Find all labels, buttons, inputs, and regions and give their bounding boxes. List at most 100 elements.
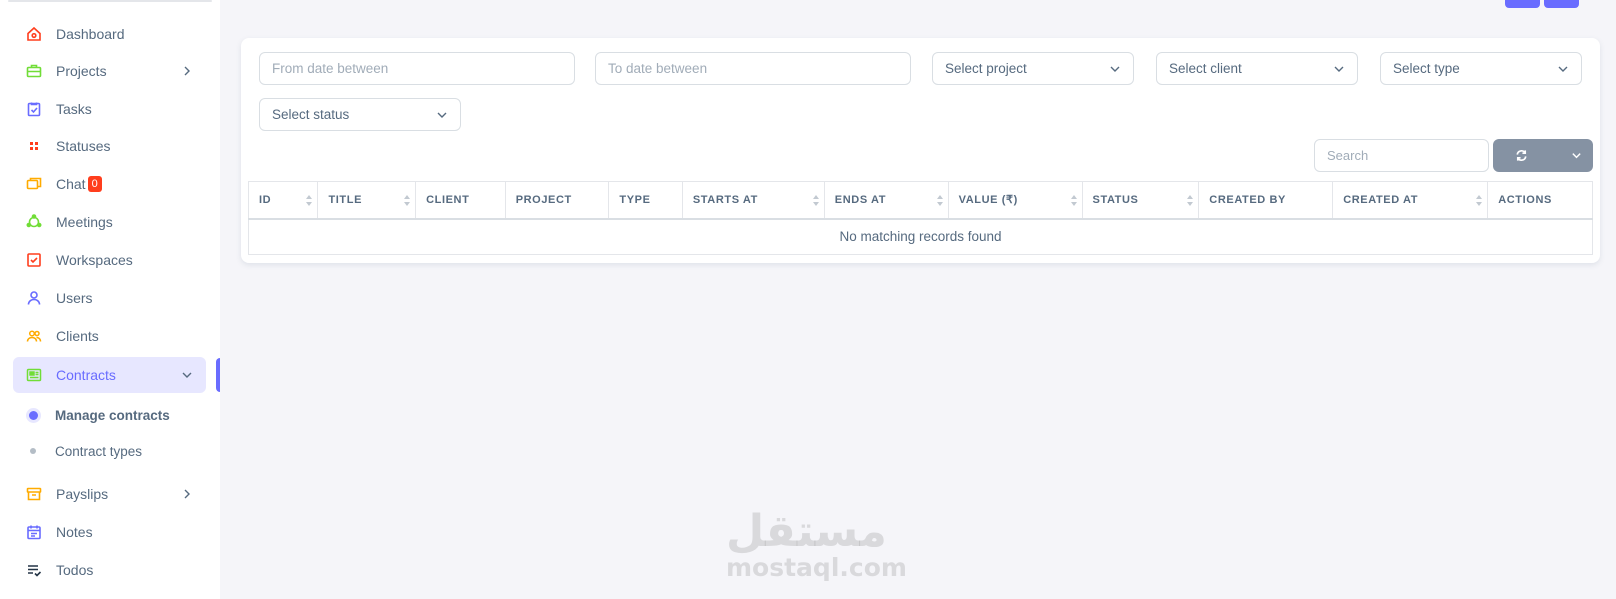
project-select-value: Select project [945, 61, 1027, 76]
network-icon [26, 214, 42, 230]
type-select[interactable]: Select type [1380, 52, 1582, 85]
column-header-title[interactable]: TITLE [317, 181, 417, 220]
chevron-down-icon [1572, 153, 1581, 159]
sidebar-item-dashboard[interactable]: Dashboard [13, 16, 206, 52]
client-select[interactable]: Select client [1156, 52, 1358, 85]
sort-icon [1070, 195, 1077, 206]
check-square-icon [26, 252, 42, 268]
chat-count-badge: 0 [87, 176, 102, 192]
table-header-row: ID TITLE CLIENT PROJECT TYPE STARTS AT E… [247, 181, 1593, 220]
status-select[interactable]: Select status [259, 98, 461, 131]
refresh-icon [1516, 150, 1527, 161]
sidebar-item-label: Payslips [56, 486, 109, 502]
sort-icon [936, 195, 943, 206]
column-header-created-at[interactable]: CREATED AT [1332, 181, 1489, 220]
mostaql-watermark: مستقل mostaql.com [726, 506, 907, 582]
table-search-input[interactable]: Search [1314, 139, 1489, 172]
top-action-button-2[interactable] [1544, 0, 1579, 8]
top-action-button-1[interactable] [1505, 0, 1540, 8]
column-header-client[interactable]: CLIENT [415, 181, 506, 220]
watermark-arabic-text: مستقل [726, 506, 887, 557]
sidebar-item-tasks[interactable]: Tasks [13, 91, 206, 127]
sidebar-subitem-label: Manage contracts [55, 407, 170, 423]
sidebar-item-label: Tasks [56, 101, 92, 117]
contracts-card: From date between To date between Select… [241, 38, 1600, 263]
column-header-id[interactable]: ID [247, 181, 319, 220]
chevron-down-icon [437, 112, 447, 118]
sidebar-item-label: Statuses [56, 138, 111, 154]
column-header-ends-at[interactable]: ENDS AT [823, 181, 949, 220]
news-icon [26, 367, 42, 383]
bullet-icon [30, 448, 36, 454]
status-select-value: Select status [272, 107, 350, 122]
sidebar-subitem-manage-contracts[interactable]: Manage contracts [13, 401, 206, 429]
sidebar-item-todos[interactable]: Todos [13, 552, 206, 588]
project-select[interactable]: Select project [932, 52, 1134, 85]
column-header-starts-at[interactable]: STARTS AT [681, 181, 825, 220]
chevron-down-icon [1110, 66, 1120, 72]
sidebar-item-clients[interactable]: Clients [13, 318, 206, 354]
sidebar-brand-divider [8, 0, 212, 2]
column-header-value[interactable]: VALUE (₹) [947, 181, 1083, 220]
column-header-actions: ACTIONS [1487, 181, 1593, 220]
sidebar-subitem-contract-types[interactable]: Contract types [13, 437, 206, 465]
sidebar-item-label: Users [56, 290, 93, 306]
sidebar-item-label: Dashboard [56, 26, 125, 42]
sidebar-item-payslips[interactable]: Payslips [13, 476, 206, 512]
sidebar-item-label: Projects [56, 63, 107, 79]
sidebar-item-label: Clients [56, 328, 99, 344]
from-date-field[interactable]: From date between [259, 52, 575, 85]
box-icon [26, 486, 42, 502]
sort-icon [1187, 195, 1194, 206]
column-header-project[interactable]: PROJECT [504, 181, 610, 220]
sidebar-item-projects[interactable]: Projects [13, 53, 206, 89]
column-header-created-by[interactable]: CREATED BY [1198, 181, 1334, 220]
chevron-down-icon [182, 372, 192, 378]
list-check-icon [26, 562, 42, 578]
to-date-field[interactable]: To date between [595, 52, 911, 85]
sidebar-item-label: Contracts [56, 367, 116, 383]
briefcase-icon [26, 63, 42, 79]
chevron-right-icon [184, 489, 190, 499]
home-icon [26, 26, 42, 42]
sort-icon [812, 195, 819, 206]
chat-icon [26, 176, 42, 192]
search-placeholder: Search [1327, 148, 1369, 163]
sidebar-item-notes[interactable]: Notes [13, 514, 206, 550]
sidebar-item-label: Meetings [56, 214, 113, 230]
to-date-placeholder: To date between [608, 61, 708, 76]
grid-dots-icon [26, 138, 42, 154]
chevron-down-icon [1334, 66, 1344, 72]
type-select-value: Select type [1393, 61, 1460, 76]
group-icon [26, 328, 42, 344]
column-header-type[interactable]: TYPE [608, 181, 683, 220]
sidebar-item-meetings[interactable]: Meetings [13, 204, 206, 240]
sort-icon [404, 195, 411, 206]
table-row: No matching records found [248, 218, 1593, 255]
clipboard-check-icon [26, 101, 42, 117]
sidebar-item-workspaces[interactable]: Workspaces [13, 242, 206, 278]
user-icon [26, 290, 42, 306]
sidebar-item-statuses[interactable]: Statuses [13, 128, 206, 164]
chevron-right-icon [184, 66, 190, 76]
sidebar-item-label: Chat [56, 176, 86, 192]
sidebar-item-contracts[interactable]: Contracts [13, 357, 206, 393]
calendar-note-icon [26, 524, 42, 540]
sidebar-subitem-label: Contract types [55, 443, 143, 459]
client-select-value: Select client [1169, 61, 1242, 76]
sidebar: Dashboard Projects Tasks Statuses Chat 0… [0, 0, 220, 599]
sort-icon [1476, 195, 1483, 206]
refresh-dropdown-button[interactable] [1493, 139, 1593, 172]
sidebar-item-users[interactable]: Users [13, 280, 206, 316]
watermark-latin-text: mostaql.com [726, 553, 907, 582]
empty-table-message: No matching records found [248, 218, 1593, 255]
bullet-icon [29, 410, 38, 420]
active-indicator-bar [216, 358, 220, 392]
from-date-placeholder: From date between [272, 61, 389, 76]
contracts-table: ID TITLE CLIENT PROJECT TYPE STARTS AT E… [247, 181, 1593, 255]
column-header-status[interactable]: STATUS [1081, 181, 1200, 220]
sidebar-item-chat[interactable]: Chat 0 [13, 166, 206, 202]
sidebar-item-label: Workspaces [56, 252, 133, 268]
chevron-down-icon [1558, 66, 1568, 72]
sidebar-item-label: Todos [56, 562, 94, 578]
